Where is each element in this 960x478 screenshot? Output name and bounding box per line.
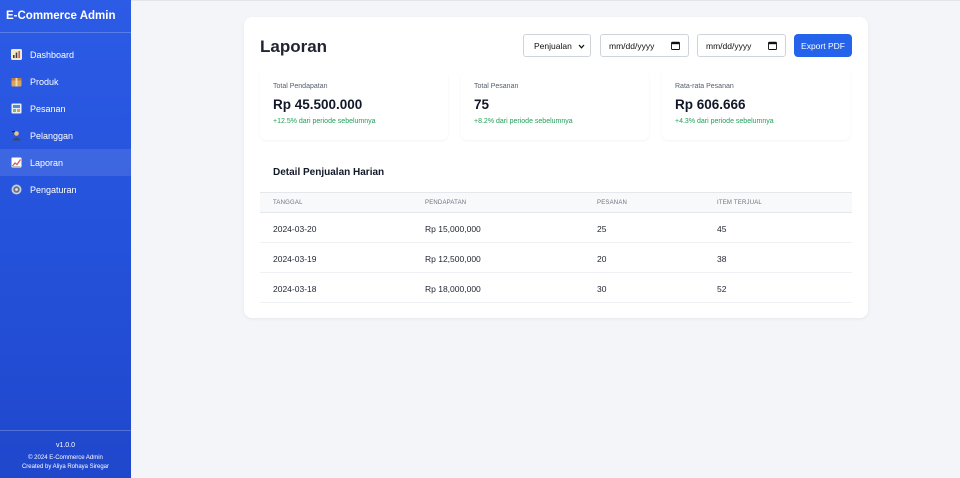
cell-date: 2024-03-20 [273,224,317,234]
cell-orders: 25 [597,224,607,234]
app-title: E-Commerce Admin [0,0,131,33]
sidebar-nav: Dashboard Produk Pesanan Pelanggan Lapor… [0,41,131,203]
cell-revenue: Rp 12,500,000 [425,254,481,264]
gear-icon [11,184,22,195]
credit-text: Created by Aliya Rohaya Siregar [21,464,110,470]
calendar-icon[interactable] [671,41,680,50]
daily-sales-table: Tanggal Pendapatan Pesanan Item Terjual … [260,192,852,303]
column-header-date: Tanggal [273,200,303,206]
section-title: Detail Penjualan Harian [273,167,385,178]
cell-date: 2024-03-18 [273,284,317,294]
table-row: 2024-03-18 Rp 18,000,000 30 52 [260,273,852,303]
stat-label: Total Pendapatan [273,83,328,90]
sidebar-footer: v1.0.0 © 2024 E-Commerce Admin Created b… [0,430,131,478]
stat-value: Rp 45.500.000 [273,97,363,112]
table-row: 2024-03-20 Rp 15,000,000 25 45 [260,213,852,243]
sidebar-item-label: Produk [30,76,59,87]
sidebar-item-produk[interactable]: Produk [0,68,131,95]
calendar-icon[interactable] [768,41,777,50]
stat-value: 75 [474,97,490,112]
sidebar-item-label: Laporan [30,157,64,168]
start-date-input[interactable]: mm/dd/yyyy [600,34,689,57]
report-icon [11,157,22,168]
end-date-input[interactable]: mm/dd/yyyy [697,34,786,57]
package-icon [11,76,22,87]
stat-card-orders: Total Pesanan 75 +8.2% dari periode sebe… [461,70,649,140]
cell-revenue: Rp 15,000,000 [425,224,481,234]
sidebar-item-pelanggan[interactable]: Pelanggan [0,122,131,149]
cell-items-sold: 52 [717,284,727,294]
chart-icon [11,49,22,60]
copyright-text: © 2024 E-Commerce Admin [28,455,103,461]
stat-card-average: Rata-rata Pesanan Rp 606.666 +4.3% dari … [662,70,850,140]
sidebar-item-dashboard[interactable]: Dashboard [0,41,131,68]
end-date-value: mm/dd/yyyy [706,41,752,51]
report-card: Laporan Penjualan mm/dd/yyyy mm/dd/yyyy … [244,17,868,318]
cart-icon [11,103,22,114]
stat-label: Rata-rata Pesanan [675,83,734,90]
stat-change: +4.3% dari periode sebelumnya [675,118,774,125]
table-header: Tanggal Pendapatan Pesanan Item Terjual [260,192,852,213]
sidebar-item-label: Pelanggan [30,130,74,141]
column-header-items-sold: Item Terjual [717,200,762,206]
sidebar-item-label: Pengaturan [30,184,77,195]
stat-value: Rp 606.666 [675,97,746,112]
export-pdf-button[interactable]: Export PDF [794,34,852,57]
top-border [131,0,960,1]
cell-orders: 30 [597,284,607,294]
stat-card-revenue: Total Pendapatan Rp 45.500.000 +12.5% da… [260,70,448,140]
table-row: 2024-03-19 Rp 12,500,000 20 38 [260,243,852,273]
sidebar: E-Commerce Admin Dashboard Produk Pesana… [0,0,131,478]
sidebar-item-label: Dashboard [30,49,75,60]
report-type-value: Penjualan [534,41,572,51]
app-version: v1.0.0 [55,442,76,449]
cell-items-sold: 45 [717,224,727,234]
sidebar-item-pesanan[interactable]: Pesanan [0,95,131,122]
column-header-orders: Pesanan [597,200,628,206]
chevron-down-icon [578,42,585,49]
users-icon [11,130,22,141]
stat-change: +12.5% dari periode sebelumnya [273,118,376,125]
stat-label: Total Pesanan [474,83,519,90]
cell-items-sold: 38 [717,254,727,264]
report-type-select[interactable]: Penjualan [523,34,591,57]
sidebar-item-laporan[interactable]: Laporan [0,149,131,176]
cell-date: 2024-03-19 [273,254,317,264]
stat-change: +8.2% dari periode sebelumnya [474,118,573,125]
sidebar-item-pengaturan[interactable]: Pengaturan [0,176,131,203]
sidebar-item-label: Pesanan [30,103,66,114]
cell-revenue: Rp 18,000,000 [425,284,481,294]
cell-orders: 20 [597,254,607,264]
page-title: Laporan [260,37,328,56]
start-date-value: mm/dd/yyyy [609,41,655,51]
column-header-revenue: Pendapatan [425,200,467,206]
